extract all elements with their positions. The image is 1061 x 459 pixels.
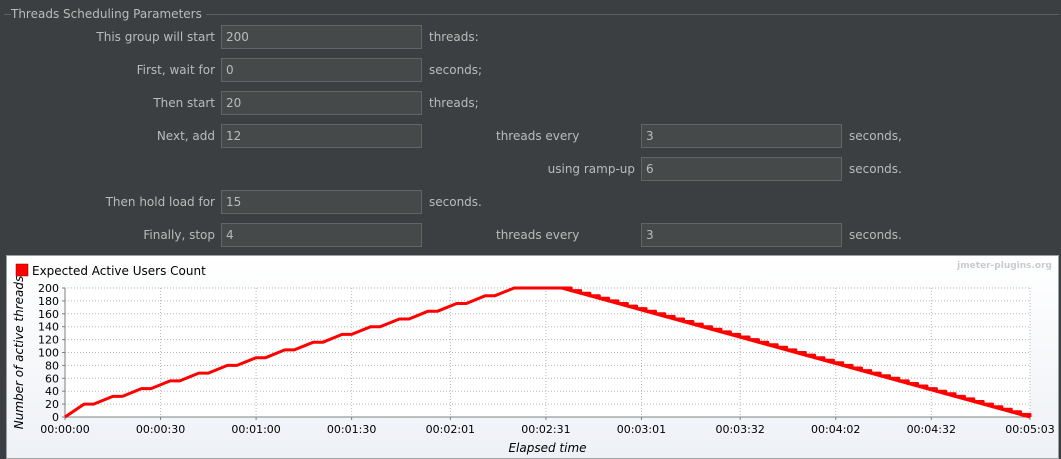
ramp-up-input[interactable]: 6	[641, 157, 842, 181]
x-tick-label: 00:00:00	[40, 423, 89, 436]
y-tick-label: 180	[38, 295, 59, 308]
x-tick-label: 00:02:31	[521, 423, 570, 436]
x-tick-label: 00:01:30	[327, 423, 376, 436]
then-start-unit-label: threads;	[429, 96, 479, 110]
expected-users-chart: 02040608010012014016018020000:00:00 00:00…	[12, 261, 1055, 455]
x-tick-label: 00:04:32	[907, 423, 956, 436]
x-tick-label: 00:03:01	[617, 423, 666, 436]
x-tick-label: 00:02:01	[426, 423, 475, 436]
hold-unit-label: seconds.	[429, 195, 482, 209]
section-title: Threads Scheduling Parameters	[11, 7, 206, 21]
watermark: jmeter-plugins.org	[956, 261, 1052, 271]
stop-label: Finally, stop	[143, 228, 215, 242]
chart-panel: 0 20 40 60 80 100 120 140 160 180 200 00:00:00 00:00…	[6, 255, 1059, 459]
y-tick-label: 60	[45, 372, 59, 385]
legend-label: Expected Active Users Count	[32, 264, 206, 278]
legend-swatch	[15, 263, 29, 277]
x-tick-label: 00:01:00	[231, 423, 280, 436]
stop-input[interactable]: 4	[221, 223, 422, 247]
x-tick-label: 00:03:32	[715, 423, 764, 436]
y-tick-label: 20	[45, 398, 59, 411]
hold-input[interactable]: 15	[221, 190, 422, 214]
y-axis-title: Number of active threads	[12, 276, 26, 430]
ramp-up-label: using ramp-up	[547, 162, 635, 176]
next-add-every-input[interactable]: 3	[641, 124, 842, 148]
next-add-every-label: threads every	[496, 129, 580, 143]
stop-every-input[interactable]: 3	[641, 223, 842, 247]
x-tick-label: 00:04:02	[811, 423, 860, 436]
wait-unit-label: seconds;	[429, 63, 483, 77]
y-tick-label: 80	[45, 359, 59, 372]
next-add-label: Next, add	[156, 129, 215, 143]
stop-every-label: threads every	[496, 228, 580, 242]
ramp-up-unit-label: seconds.	[849, 162, 902, 176]
next-add-unit-label: seconds,	[849, 129, 902, 143]
y-tick-label: 100	[38, 347, 59, 360]
start-label: This group will start	[96, 30, 215, 44]
y-tick-label: 160	[38, 308, 59, 321]
y-tick-label: 140	[38, 321, 59, 334]
x-tick-label: 00:05:03	[1005, 423, 1054, 436]
wait-label: First, wait for	[136, 63, 215, 77]
y-tick-label: 120	[38, 334, 59, 347]
start-unit-label: threads:	[429, 30, 479, 44]
x-tick-label: 00:00:30	[136, 423, 185, 436]
x-axis-title: Elapsed time	[508, 441, 586, 455]
start-threads-input[interactable]: 200	[221, 25, 422, 49]
initial-delay-input[interactable]: 0	[221, 58, 422, 82]
then-start-input[interactable]: 20	[221, 91, 422, 115]
y-tick-label: 40	[45, 385, 59, 398]
then-start-label: Then start	[153, 96, 215, 110]
hold-label: Then hold load for	[105, 195, 215, 209]
y-tick-label: 200	[38, 282, 59, 295]
next-add-input[interactable]: 12	[221, 124, 422, 148]
stop-unit-label: seconds.	[849, 228, 902, 242]
